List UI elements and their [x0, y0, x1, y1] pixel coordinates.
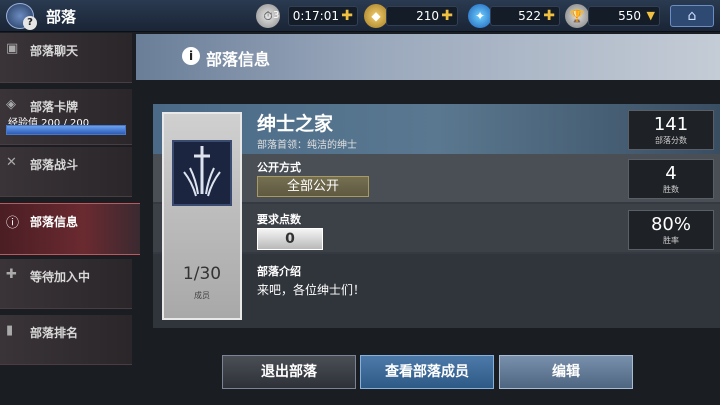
- help-icon[interactable]: ?: [23, 16, 37, 30]
- required-points-label: 要求点数: [257, 213, 301, 226]
- stat-label: 胜率: [663, 236, 679, 245]
- sidebar-item-clan-info[interactable]: ⓘ 部落信息: [0, 203, 140, 255]
- timer-plus-icon[interactable]: ✚: [341, 7, 353, 25]
- sidebar-item-label: 部落排名: [30, 326, 79, 340]
- info-icon: ⓘ: [6, 216, 20, 231]
- sidebar-item-label: 部落卡牌: [30, 100, 79, 114]
- clan-emblem-banner: 1/30 成员: [162, 112, 242, 320]
- sidebar-item-clan-cards[interactable]: ◈ 部落卡牌 经验值 200 / 200: [0, 89, 132, 145]
- members-count: 1/30: [182, 264, 222, 284]
- sidebar: ▣ 部落聊天 ◈ 部落卡牌 经验值 200 / 200 ✕ 部落战斗 ⓘ 部落信…: [0, 33, 140, 405]
- clan-name: 绅士之家: [257, 113, 334, 135]
- info-icon: i: [182, 47, 200, 65]
- join-mode-value: 全部公开: [257, 176, 369, 197]
- stat-clan-score: 141 部落分数: [628, 110, 714, 150]
- top-bar: ? 部落 ⏱ 3 0:17:01 ✚ ◆ 210 ✚ ✦ 522 ✚ 🏆 550…: [0, 0, 720, 32]
- gold-value: 210: [416, 9, 439, 23]
- section-header: i 部落信息: [136, 34, 720, 80]
- members-label: 成员: [194, 291, 210, 300]
- trophy-dropdown-icon[interactable]: ▼: [647, 7, 655, 25]
- gold-display[interactable]: 210 ✚: [386, 6, 458, 26]
- view-members-button[interactable]: 查看部落成员: [360, 355, 494, 389]
- sidebar-item-label: 部落聊天: [30, 44, 79, 58]
- timer-count: 3: [273, 10, 280, 21]
- intro-label: 部落介绍: [257, 265, 301, 278]
- sidebar-item-label: 部落战斗: [30, 158, 79, 172]
- intro-text: 来吧，各位绅士们！: [257, 283, 366, 297]
- clan-logo-icon[interactable]: ?: [6, 3, 37, 30]
- gold-plus-icon[interactable]: ✚: [441, 7, 453, 25]
- sidebar-item-clan-battle[interactable]: ✕ 部落战斗: [0, 147, 132, 197]
- edit-button[interactable]: 编辑: [499, 355, 633, 389]
- xp-progress-fill: [7, 126, 125, 134]
- stat-label: 部落分数: [655, 136, 687, 145]
- stat-value: 141: [653, 114, 689, 135]
- timer-display[interactable]: 0:17:01 ✚: [288, 6, 358, 26]
- gold-icon: ◆: [364, 4, 388, 28]
- clan-crest-icon: [172, 140, 232, 206]
- sidebar-item-clan-ranking[interactable]: ▮ 部落排名: [0, 315, 132, 365]
- stat-label: 胜数: [663, 185, 679, 194]
- plus-icon: ✚: [6, 267, 17, 282]
- sidebar-item-pending-join[interactable]: ✚ 等待加入中: [0, 259, 132, 309]
- trophy-icon: 🏆: [565, 4, 589, 28]
- trophy-display[interactable]: 550 ▼: [588, 6, 660, 26]
- chat-icon: ▣: [6, 41, 19, 56]
- stat-value: 4: [665, 163, 677, 184]
- page-title: 部落: [46, 8, 77, 26]
- sidebar-item-label: 部落信息: [30, 215, 79, 229]
- gem-icon: ✦: [468, 4, 492, 28]
- trophy-value: 550: [618, 9, 641, 23]
- stat-wins: 4 胜数: [628, 159, 714, 199]
- cards-icon: ◈: [6, 97, 16, 112]
- ranking-icon: ▮: [6, 323, 14, 338]
- gem-plus-icon[interactable]: ✚: [543, 7, 555, 25]
- swords-icon: ✕: [6, 155, 17, 170]
- sidebar-item-label: 等待加入中: [30, 270, 91, 284]
- stat-win-rate: 80% 胜率: [628, 210, 714, 250]
- sidebar-item-clan-chat[interactable]: ▣ 部落聊天: [0, 33, 132, 83]
- leave-clan-button[interactable]: 退出部落: [222, 355, 356, 389]
- section-title: 部落信息: [206, 50, 271, 69]
- stat-value: 80%: [650, 214, 691, 235]
- timer-value: 0:17:01: [292, 9, 339, 23]
- clan-leader: 部落首领：纯洁的绅士: [257, 140, 357, 151]
- home-button[interactable]: ⌂: [670, 5, 714, 27]
- home-icon: ⌂: [687, 8, 697, 24]
- required-points-value: 0: [257, 228, 323, 250]
- gem-display[interactable]: 522 ✚: [490, 6, 560, 26]
- xp-progress-bar: [6, 125, 126, 135]
- gem-value: 522: [518, 9, 541, 23]
- join-mode-label: 公开方式: [257, 161, 301, 174]
